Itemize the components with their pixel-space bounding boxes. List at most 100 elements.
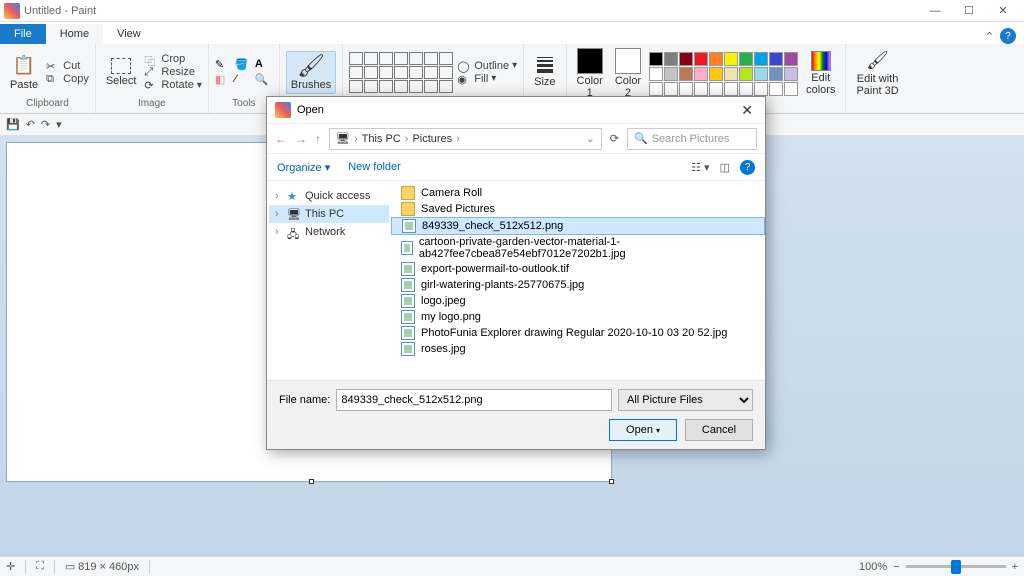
dialog-help-icon[interactable]: ? xyxy=(740,160,755,175)
fill-button[interactable]: ◉Fill ▾ xyxy=(457,73,517,85)
color-swatch[interactable] xyxy=(664,82,678,96)
color-swatch[interactable] xyxy=(664,67,678,81)
zoom-in-button[interactable]: + xyxy=(1012,561,1018,573)
color1-button[interactable]: Color 1 xyxy=(573,46,607,101)
brushes-button[interactable]: 🖌 Brushes xyxy=(286,51,336,94)
file-row[interactable]: logo.jpeg xyxy=(391,293,765,309)
file-list[interactable]: Camera RollSaved Pictures849339_check_51… xyxy=(391,181,765,380)
back-button[interactable]: ← xyxy=(275,132,287,146)
folder-row[interactable]: Camera Roll xyxy=(391,185,765,201)
color2-button[interactable]: Color 2 xyxy=(611,46,645,101)
file-row[interactable]: cartoon-private-garden-vector-material-1… xyxy=(391,235,765,261)
folder-row[interactable]: Saved Pictures xyxy=(391,201,765,217)
eraser-tool[interactable]: ◧ xyxy=(215,73,233,86)
qat-save-icon[interactable]: 💾 xyxy=(6,118,20,131)
color-swatch[interactable] xyxy=(679,67,693,81)
zoom-slider[interactable] xyxy=(906,565,1006,568)
select-button[interactable]: Select xyxy=(102,56,141,89)
breadcrumb[interactable]: 🖥 › This PC › Pictures › ⌄ xyxy=(329,128,602,150)
outline-button[interactable]: ◯Outline ▾ xyxy=(457,60,517,72)
organize-button[interactable]: Organize ▾ xyxy=(277,161,330,174)
shapes-gallery[interactable] xyxy=(349,52,453,93)
help-icon[interactable]: ? xyxy=(1000,28,1016,44)
tab-home[interactable]: Home xyxy=(46,24,103,44)
tab-view[interactable]: View xyxy=(103,24,155,44)
color-swatch[interactable] xyxy=(769,82,783,96)
breadcrumb-item[interactable]: Pictures xyxy=(412,133,452,145)
minimize-button[interactable]: — xyxy=(918,1,952,21)
color-swatch[interactable] xyxy=(649,82,663,96)
resize-button[interactable]: ⤢Resize xyxy=(144,66,201,78)
color-palette[interactable] xyxy=(649,52,798,96)
color-swatch[interactable] xyxy=(739,52,753,66)
qat-customize-icon[interactable]: ▾ xyxy=(56,118,62,131)
file-row[interactable]: girl-watering-plants-25770675.jpg xyxy=(391,277,765,293)
color-swatch[interactable] xyxy=(679,52,693,66)
bucket-tool[interactable]: 🪣 xyxy=(235,58,253,71)
color-swatch[interactable] xyxy=(649,67,663,81)
nav-this-pc[interactable]: ›🖥This PC xyxy=(269,205,389,223)
maximize-button[interactable]: ☐ xyxy=(952,1,986,21)
color-swatch[interactable] xyxy=(649,52,663,66)
color-swatch[interactable] xyxy=(754,52,768,66)
file-row[interactable]: PhotoFunia Explorer drawing Regular 2020… xyxy=(391,325,765,341)
zoom-out-button[interactable]: − xyxy=(893,561,899,573)
color-swatch[interactable] xyxy=(769,52,783,66)
view-mode-button[interactable]: ☷ ▾ xyxy=(691,161,709,174)
color-swatch[interactable] xyxy=(754,67,768,81)
text-tool[interactable]: A xyxy=(255,58,273,71)
color-swatch[interactable] xyxy=(724,67,738,81)
color-swatch[interactable] xyxy=(709,52,723,66)
copy-button[interactable]: ⧉Copy xyxy=(46,73,89,85)
color-swatch[interactable] xyxy=(724,52,738,66)
cancel-button[interactable]: Cancel xyxy=(685,419,753,441)
file-row[interactable]: 849339_check_512x512.png xyxy=(391,217,765,235)
refresh-button[interactable]: ⟳ xyxy=(610,132,619,145)
color-swatch[interactable] xyxy=(709,82,723,96)
close-button[interactable]: ✕ xyxy=(986,1,1020,21)
nav-quick-access[interactable]: ›★Quick access xyxy=(269,187,389,205)
filename-input[interactable] xyxy=(336,389,612,411)
file-row[interactable]: export-powermail-to-outlook.tif xyxy=(391,261,765,277)
dialog-close-button[interactable]: ✕ xyxy=(737,102,757,119)
size-button[interactable]: Size xyxy=(530,55,559,90)
rotate-button[interactable]: ⟳Rotate ▾ xyxy=(144,79,201,91)
breadcrumb-item[interactable]: This PC xyxy=(362,133,401,145)
color-swatch[interactable] xyxy=(694,82,708,96)
breadcrumb-dropdown-icon[interactable]: ⌄ xyxy=(586,132,595,145)
nav-network[interactable]: ›🖧Network xyxy=(269,223,389,241)
paste-button[interactable]: 📋 Paste xyxy=(6,52,42,93)
color-swatch[interactable] xyxy=(739,82,753,96)
crop-button[interactable]: ⿻Crop xyxy=(144,53,201,65)
search-input[interactable]: 🔍 Search Pictures xyxy=(627,128,757,150)
color-swatch[interactable] xyxy=(709,67,723,81)
color-swatch[interactable] xyxy=(784,82,798,96)
file-filter-select[interactable]: All Picture Files xyxy=(618,389,753,411)
color-swatch[interactable] xyxy=(724,82,738,96)
picker-tool[interactable]: ⁄ xyxy=(235,73,253,86)
color-swatch[interactable] xyxy=(784,52,798,66)
qat-undo-icon[interactable]: ↶ xyxy=(26,118,35,131)
color-swatch[interactable] xyxy=(769,67,783,81)
cut-button[interactable]: ✂Cut xyxy=(46,60,89,72)
color-swatch[interactable] xyxy=(784,67,798,81)
ribbon-collapse-icon[interactable]: ⌃ xyxy=(985,30,994,43)
zoom-tool[interactable]: 🔍 xyxy=(255,73,273,86)
color-swatch[interactable] xyxy=(694,52,708,66)
paint3d-button[interactable]: 🖌 Edit with Paint 3D xyxy=(852,46,902,99)
color-swatch[interactable] xyxy=(679,82,693,96)
color-swatch[interactable] xyxy=(739,67,753,81)
color-swatch[interactable] xyxy=(694,67,708,81)
up-button[interactable]: ↑ xyxy=(315,132,321,146)
file-row[interactable]: roses.jpg xyxy=(391,341,765,357)
pencil-tool[interactable]: ✎ xyxy=(215,58,233,71)
tab-file[interactable]: File xyxy=(0,24,46,44)
open-button[interactable]: Open ▾ xyxy=(609,419,677,441)
qat-redo-icon[interactable]: ↷ xyxy=(41,118,50,131)
color-swatch[interactable] xyxy=(754,82,768,96)
preview-pane-button[interactable]: ◫ xyxy=(720,161,730,174)
forward-button[interactable]: → xyxy=(295,132,307,146)
new-folder-button[interactable]: New folder xyxy=(348,161,401,173)
color-swatch[interactable] xyxy=(664,52,678,66)
edit-colors-button[interactable]: Edit colors xyxy=(802,49,839,98)
